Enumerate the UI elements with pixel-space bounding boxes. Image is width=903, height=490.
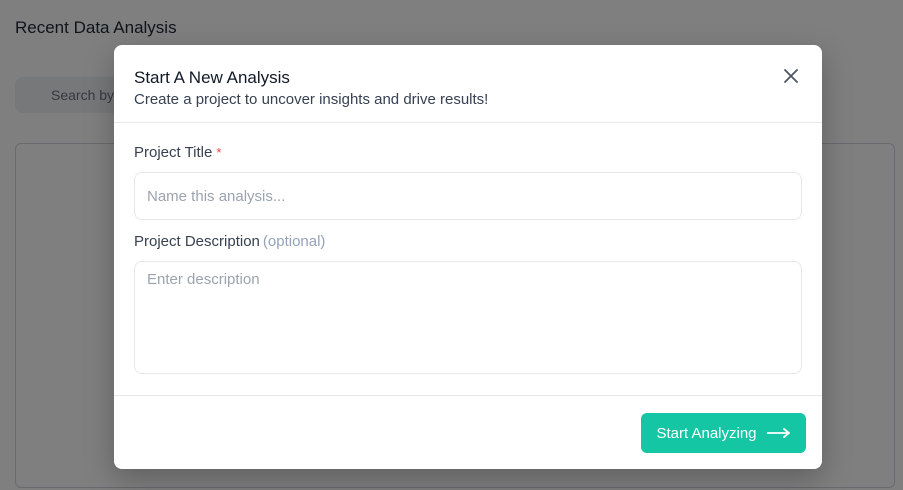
project-title-label: Project Title * [134, 144, 221, 161]
modal-title: Start A New Analysis [134, 68, 290, 87]
start-analyzing-label: Start Analyzing [656, 424, 757, 442]
project-title-input[interactable] [134, 172, 802, 220]
modal-subtitle: Create a project to uncover insights and… [134, 91, 489, 108]
project-description-input[interactable] [134, 261, 802, 374]
modal-footer: Start Analyzing [114, 395, 822, 469]
optional-marker: (optional) [262, 233, 326, 250]
modal-header: Start A New Analysis Create a project to… [114, 45, 822, 123]
project-description-label-text: Project Description [134, 233, 260, 250]
arrow-right-icon [766, 428, 791, 438]
start-analyzing-button[interactable]: Start Analyzing [641, 413, 806, 453]
project-title-label-text: Project Title [134, 144, 213, 161]
new-analysis-modal: Start A New Analysis Create a project to… [114, 45, 822, 469]
close-button[interactable] [780, 65, 802, 87]
project-description-label: Project Description (optional) [134, 233, 325, 250]
required-marker: * [216, 145, 222, 160]
close-icon [784, 69, 798, 83]
